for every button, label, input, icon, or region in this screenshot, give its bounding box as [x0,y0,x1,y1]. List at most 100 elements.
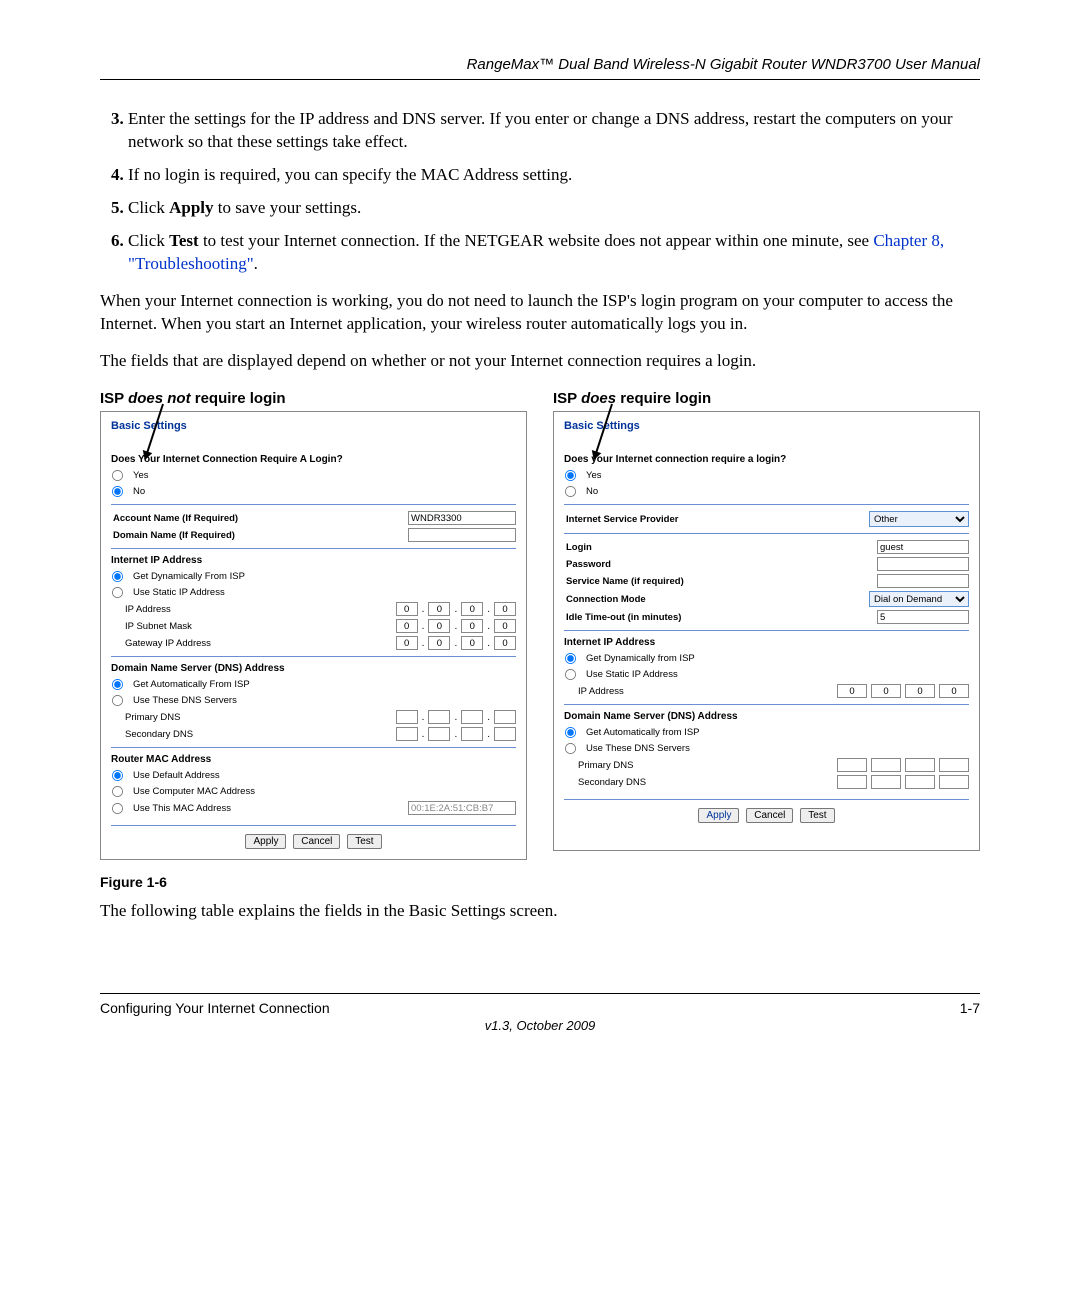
page-header: RangeMax™ Dual Band Wireless-N Gigabit R… [100,56,980,80]
account-name-label: Account Name (If Required) [111,513,404,524]
right-dns-auto-radio[interactable] [565,727,576,738]
left-cancel-button[interactable]: Cancel [293,834,340,849]
ip-oct[interactable] [396,602,418,616]
left-gw-label: Gateway IP Address [111,638,392,649]
left-column: ISP does not require login Basic Setting… [100,390,527,860]
ip-oct[interactable] [461,619,483,633]
ip-oct[interactable] [871,775,901,789]
right-dns-use-label: Use These DNS Servers [584,743,969,754]
right-title-a: ISP [553,390,581,407]
ip-oct[interactable] [837,775,867,789]
ip-oct[interactable] [939,775,969,789]
isp-select[interactable]: Other [869,511,969,527]
ip-oct[interactable] [428,619,450,633]
ip-oct[interactable] [396,710,418,724]
mac-this-radio[interactable] [112,803,123,814]
idle-input[interactable] [877,610,969,624]
ip-oct[interactable] [396,619,418,633]
right-radio-yes[interactable] [565,470,576,481]
mac-this-input[interactable] [408,801,516,815]
right-ipaddr-label: IP Address [564,686,833,697]
left-radio-no[interactable] [112,486,123,497]
ip-oct[interactable] [494,636,516,650]
mac-computer-radio[interactable] [112,786,123,797]
ip-oct[interactable] [494,619,516,633]
right-iip-dyn-label: Get Dynamically from ISP [584,653,969,664]
ip-oct[interactable] [428,710,450,724]
login-input[interactable] [877,540,969,554]
right-no-label: No [584,486,969,497]
right-title-c: require login [616,390,711,407]
domain-name-input[interactable] [408,528,516,542]
ip-oct[interactable] [461,602,483,616]
ip-oct[interactable] [396,727,418,741]
ip-oct[interactable] [428,727,450,741]
ip-oct[interactable] [871,758,901,772]
right-col-title: ISP does require login [553,390,980,407]
ip-oct[interactable] [939,758,969,772]
ip-oct[interactable] [494,710,516,724]
right-dns-use-radio[interactable] [565,743,576,754]
left-yes-label: Yes [131,470,516,481]
left-dns-use-radio[interactable] [112,695,123,706]
right-panel: Basic Settings Does your Internet connec… [553,411,980,851]
ip-oct[interactable] [871,684,901,698]
isp-label: Internet Service Provider [564,514,865,525]
mac-computer-label: Use Computer MAC Address [131,786,516,797]
service-input[interactable] [877,574,969,588]
left-dns-auto-radio[interactable] [112,679,123,690]
left-test-button[interactable]: Test [347,834,381,849]
right-pdns-label: Primary DNS [564,760,833,771]
left-apply-button[interactable]: Apply [245,834,286,849]
step-5-bold: Apply [169,198,213,217]
left-iip-stat-radio[interactable] [112,587,123,598]
cmode-select[interactable]: Dial on Demand [869,591,969,607]
step-4: If no login is required, you can specify… [128,164,980,187]
mac-default-label: Use Default Address [131,770,516,781]
step-5-pre: Click [128,198,169,217]
password-label: Password [564,559,873,570]
ip-oct[interactable] [494,602,516,616]
service-label: Service Name (if required) [564,576,873,587]
right-radio-no[interactable] [565,486,576,497]
right-column: ISP does require login Basic Settings Do… [553,390,980,860]
ip-oct[interactable] [905,758,935,772]
ip-oct[interactable] [837,684,867,698]
right-cancel-button[interactable]: Cancel [746,808,793,823]
right-iip-stat-radio[interactable] [565,669,576,680]
left-dns-header: Domain Name Server (DNS) Address [111,663,516,674]
ip-oct[interactable] [396,636,418,650]
step-6-pre: Click [128,231,169,250]
login-label: Login [564,542,873,553]
ip-oct[interactable] [461,727,483,741]
right-test-button[interactable]: Test [800,808,834,823]
left-title-em: does not [128,390,191,407]
left-dns-auto-label: Get Automatically From ISP [131,679,516,690]
mac-default-radio[interactable] [112,770,123,781]
left-no-label: No [131,486,516,497]
left-iip-dyn-radio[interactable] [112,571,123,582]
cmode-label: Connection Mode [564,594,865,605]
ip-oct[interactable] [461,636,483,650]
right-iip-dyn-radio[interactable] [565,653,576,664]
ip-oct[interactable] [461,710,483,724]
ip-oct[interactable] [428,602,450,616]
ip-oct[interactable] [905,684,935,698]
account-name-input[interactable] [408,511,516,525]
ip-oct[interactable] [837,758,867,772]
ip-oct[interactable] [939,684,969,698]
left-ipaddr-label: IP Address [111,604,392,615]
right-iip-header: Internet IP Address [564,637,969,648]
paragraph-1: When your Internet connection is working… [100,290,980,336]
left-iip-header: Internet IP Address [111,555,516,566]
ip-oct[interactable] [494,727,516,741]
ip-oct[interactable] [428,636,450,650]
page-footer: Configuring Your Internet Connection 1-7… [100,993,980,1033]
ip-oct[interactable] [905,775,935,789]
domain-name-label: Domain Name (If Required) [111,530,404,541]
left-radio-yes[interactable] [112,470,123,481]
password-input[interactable] [877,557,969,571]
left-iip-dyn-label: Get Dynamically From ISP [131,571,516,582]
left-title-a: ISP [100,390,128,407]
right-apply-button[interactable]: Apply [698,808,739,823]
